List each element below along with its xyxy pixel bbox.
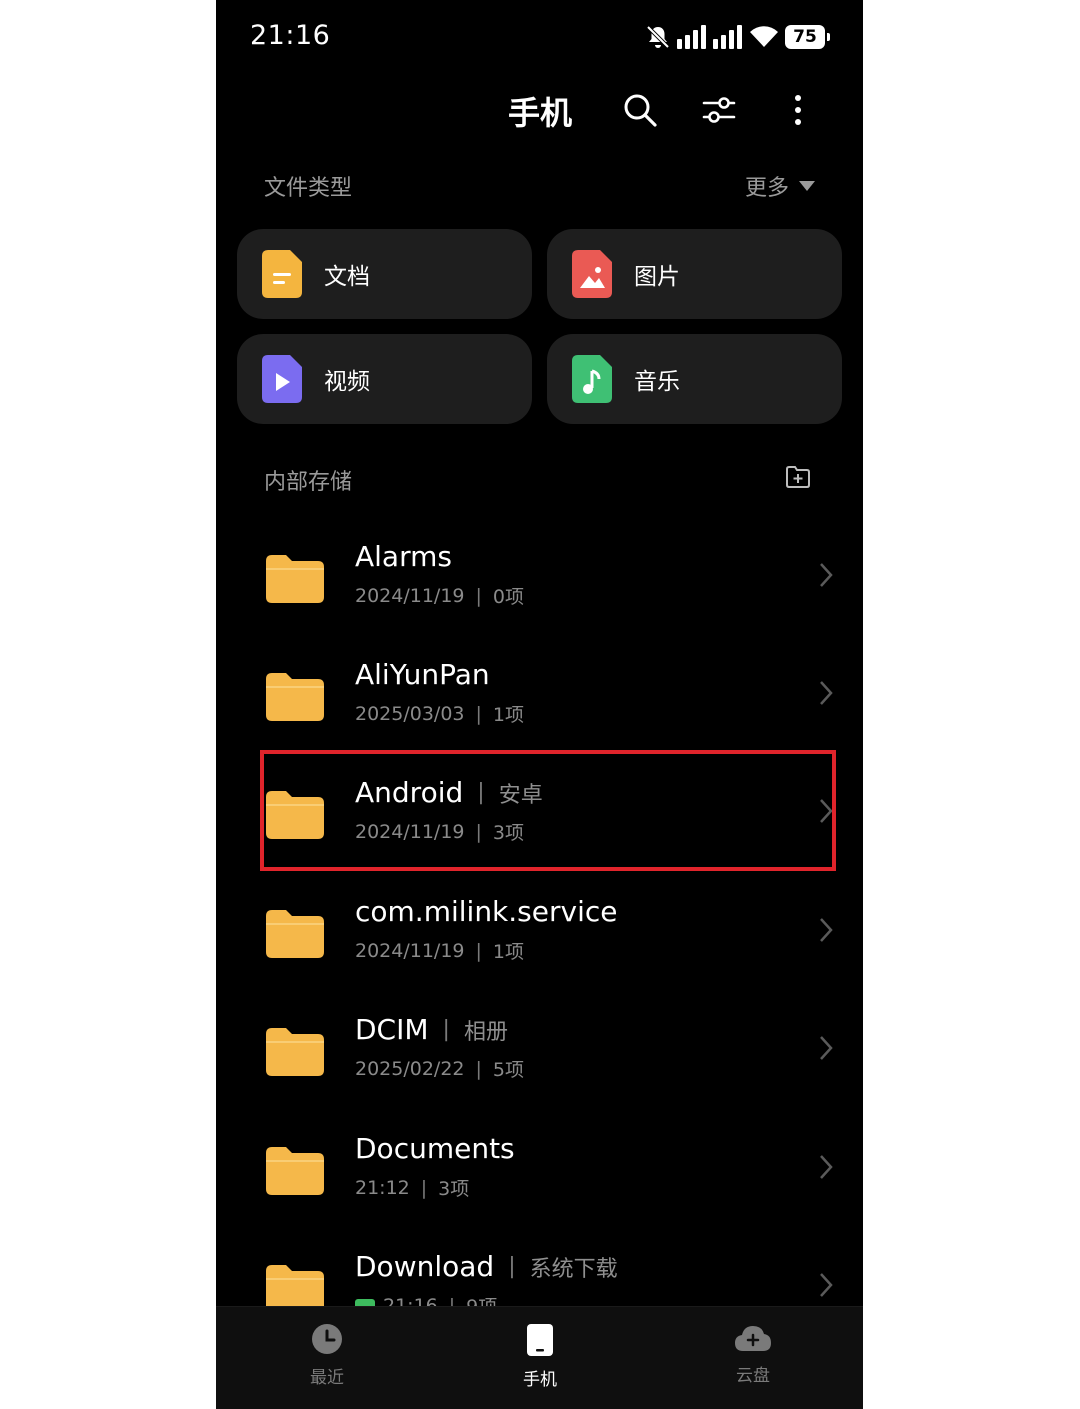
highlight-box <box>260 750 836 871</box>
category-label: 视频 <box>324 369 370 395</box>
bottom-nav: 最近 手机 云盘 <box>216 1306 863 1409</box>
folder-meta: 2024/11/19 | 0项 <box>355 584 525 609</box>
folder-row-dcim[interactable]: DCIM | 相册 2025/02/22 | 5项 <box>246 1003 836 1113</box>
folder-icon <box>266 910 324 958</box>
folder-icon <box>266 673 324 721</box>
status-time: 21:16 <box>250 20 331 51</box>
folder-row-documents[interactable]: Documents 21:12 | 3项 <box>246 1122 836 1232</box>
chevron-right-icon <box>820 563 833 587</box>
folder-icon <box>266 1028 324 1076</box>
search-button[interactable] <box>620 88 660 132</box>
folder-meta: 2024/11/19 | 1项 <box>355 939 525 964</box>
music-icon <box>572 355 612 403</box>
folder-name: Download | 系统下载 <box>355 1250 618 1283</box>
folder-name: AliYunPan <box>355 658 490 691</box>
folder-icon <box>266 555 324 603</box>
signal-1-icon <box>677 25 706 49</box>
folder-row-alarms[interactable]: Alarms 2024/11/19 | 0项 <box>246 530 836 640</box>
folder-name: DCIM | 相册 <box>355 1013 508 1046</box>
status-icons: 75 <box>645 22 830 52</box>
document-icon <box>262 250 302 298</box>
internal-storage-label: 内部存储 <box>264 470 353 495</box>
category-documents[interactable]: 文档 <box>237 229 532 319</box>
page-title: 手机 <box>508 94 573 132</box>
more-options-button[interactable] <box>778 88 818 132</box>
more-vertical-icon <box>795 95 801 125</box>
tab-cloud[interactable]: 云盘 <box>708 1323 798 1386</box>
folder-meta: 21:12 | 3项 <box>355 1176 470 1201</box>
folder-name: Alarms <box>355 540 452 573</box>
signal-2-icon <box>713 25 742 49</box>
folder-meta: 2025/02/22 | 5项 <box>355 1057 525 1082</box>
sliders-icon <box>702 97 736 123</box>
chevron-right-icon <box>820 681 833 705</box>
category-images[interactable]: 图片 <box>547 229 842 319</box>
more-file-types-button[interactable]: 更多 <box>745 170 815 202</box>
tab-phone[interactable]: 手机 <box>495 1323 585 1390</box>
clock-icon <box>312 1324 342 1354</box>
mute-icon <box>646 25 670 49</box>
folder-icon <box>266 1147 324 1195</box>
image-icon <box>572 250 612 298</box>
tab-recent[interactable]: 最近 <box>282 1323 372 1388</box>
folder-row-aliyunpan[interactable]: AliYunPan 2025/03/03 | 1项 <box>246 648 836 758</box>
new-folder-icon[interactable] <box>785 465 811 489</box>
search-icon <box>624 94 657 127</box>
caret-down-icon <box>799 181 815 191</box>
chevron-right-icon <box>820 1036 833 1060</box>
phone-screen: 21:16 75 手机 文件类型 更多 文档 图片 视频 音乐 内部存储 Ala… <box>216 0 863 1409</box>
category-music[interactable]: 音乐 <box>547 334 842 424</box>
chevron-right-icon <box>820 1273 833 1297</box>
tab-label: 手机 <box>523 1370 557 1390</box>
filter-button[interactable] <box>699 88 739 132</box>
category-label: 音乐 <box>634 369 680 395</box>
cloud-icon <box>735 1326 771 1351</box>
tab-label: 最近 <box>310 1368 344 1388</box>
folder-row-milink[interactable]: com.milink.service 2024/11/19 | 1项 <box>246 885 836 995</box>
chevron-right-icon <box>820 918 833 942</box>
file-types-label: 文件类型 <box>264 176 353 201</box>
more-label: 更多 <box>744 176 789 201</box>
folder-meta: 2025/03/03 | 1项 <box>355 702 525 727</box>
tab-label: 云盘 <box>736 1366 770 1386</box>
phone-icon <box>527 1324 553 1356</box>
category-label: 图片 <box>634 264 680 290</box>
category-label: 文档 <box>324 264 370 290</box>
video-icon <box>262 355 302 403</box>
folder-name: com.milink.service <box>355 895 618 928</box>
battery-indicator: 75 <box>785 25 830 49</box>
chevron-right-icon <box>820 1155 833 1179</box>
category-videos[interactable]: 视频 <box>237 334 532 424</box>
wifi-icon <box>750 26 778 47</box>
folder-name: Documents <box>355 1132 515 1165</box>
